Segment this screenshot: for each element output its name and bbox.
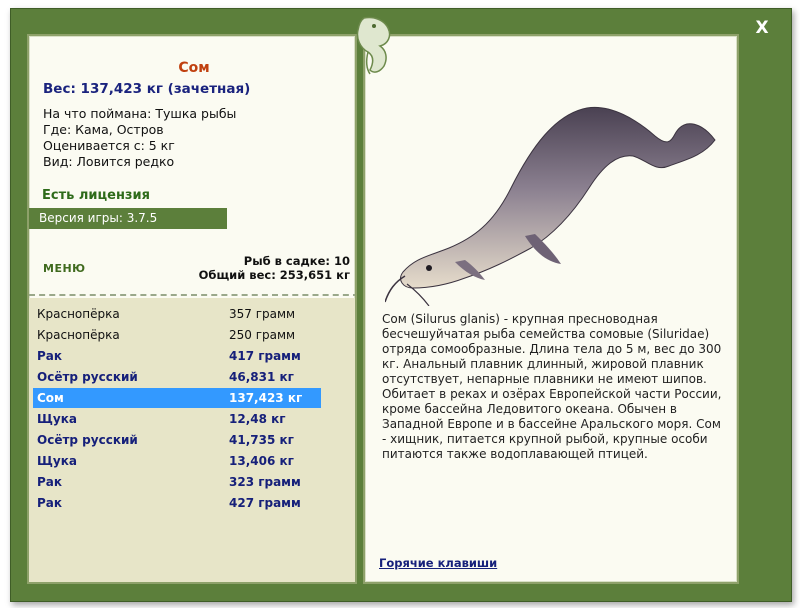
catch-fish-weight: 427 грамм xyxy=(229,496,301,510)
catch-list-item[interactable]: Краснопёрка 357 грамм xyxy=(33,304,321,324)
catch-fish-name: Краснопёрка xyxy=(37,307,120,321)
catch-list-item[interactable]: Рак 417 грамм xyxy=(33,346,321,366)
catch-list-item[interactable]: Осётр русский 46,831 кг xyxy=(33,367,321,387)
catch-fish-name: Рак xyxy=(37,349,63,363)
catch-fish-weight: 12,48 кг xyxy=(229,412,286,426)
catch-fish-weight: 41,735 кг xyxy=(229,433,294,447)
close-button[interactable]: X xyxy=(752,18,772,38)
catch-fish-name: Краснопёрка xyxy=(37,328,120,342)
catfish-illustration xyxy=(385,106,716,306)
keepnet-total-weight: Общий вес: 253,651 кг xyxy=(198,268,350,282)
catch-fish-name: Щука xyxy=(37,412,77,426)
catfish-eye xyxy=(426,265,432,271)
hotkeys-link[interactable]: Горячие клавиши xyxy=(379,556,497,570)
fish-description: Сом (Silurus glanis) - крупная пресновод… xyxy=(382,312,722,461)
catch-fish-weight: 13,406 кг xyxy=(229,454,294,468)
catch-list-item[interactable]: Щука 13,406 кг xyxy=(33,451,321,471)
catch-fish-weight: 323 грамм xyxy=(229,475,301,489)
catch-fish-name: Щука xyxy=(37,454,77,468)
catch-fish-weight: 417 грамм xyxy=(229,349,301,363)
rarity-info: Вид: Ловится редко xyxy=(43,154,175,169)
catch-fish-weight: 250 грамм xyxy=(229,328,296,342)
keepnet-count: Рыб в садке: 10 xyxy=(243,254,350,268)
catch-list-item[interactable]: Осётр русский 41,735 кг xyxy=(33,430,321,450)
rated-from-info: Оценивается с: 5 кг xyxy=(43,138,175,153)
catch-fish-weight: 137,423 кг xyxy=(229,391,303,405)
catch-list-item[interactable]: Рак 427 грамм xyxy=(33,493,321,513)
catch-fish-weight: 357 грамм xyxy=(229,307,296,321)
catch-list: Краснопёрка 357 грамм Краснопёрка 250 грамм… xyxy=(29,298,355,582)
catch-list-item[interactable]: Щука 12,48 кг xyxy=(33,409,321,429)
close-icon[interactable]: X xyxy=(755,18,768,38)
divider xyxy=(29,294,355,296)
keepnet-stats: Рыб в садке: 10 Общий вес: 253,651 кг xyxy=(199,254,350,282)
catch-fish-name: Осётр русский xyxy=(37,370,138,384)
catch-list-item[interactable]: Сом 137,423 кг xyxy=(33,388,321,408)
menu-button[interactable]: МЕНЮ xyxy=(43,262,86,275)
fish-details-panel: Сом Вес: 137,423 кг (зачетная) На что по… xyxy=(27,34,357,584)
catch-fish-name: Рак xyxy=(37,496,63,510)
fish-weight: Вес: 137,423 кг (зачетная) xyxy=(43,81,251,97)
fish-description-panel: Сом (Silurus glanis) - крупная пресновод… xyxy=(363,34,739,584)
catch-fish-name: Сом xyxy=(37,391,64,405)
location-info: Где: Кама, Остров xyxy=(43,122,164,137)
catch-list-item[interactable]: Краснопёрка 250 грамм xyxy=(33,325,321,345)
catch-fish-name: Осётр русский xyxy=(37,433,138,447)
caught-on-info: На что поймана: Тушка рыбы xyxy=(43,106,237,121)
game-version: Версия игры: 3.7.5 xyxy=(29,208,227,229)
catch-fish-name: Рак xyxy=(37,475,63,489)
fish-name: Сом xyxy=(178,60,210,76)
license-status: Есть лицензия xyxy=(42,188,150,203)
fish-emblem-icon xyxy=(356,16,391,75)
catch-list-item[interactable]: Рак 323 грамм xyxy=(33,472,321,492)
catch-fish-weight: 46,831 кг xyxy=(229,370,294,384)
